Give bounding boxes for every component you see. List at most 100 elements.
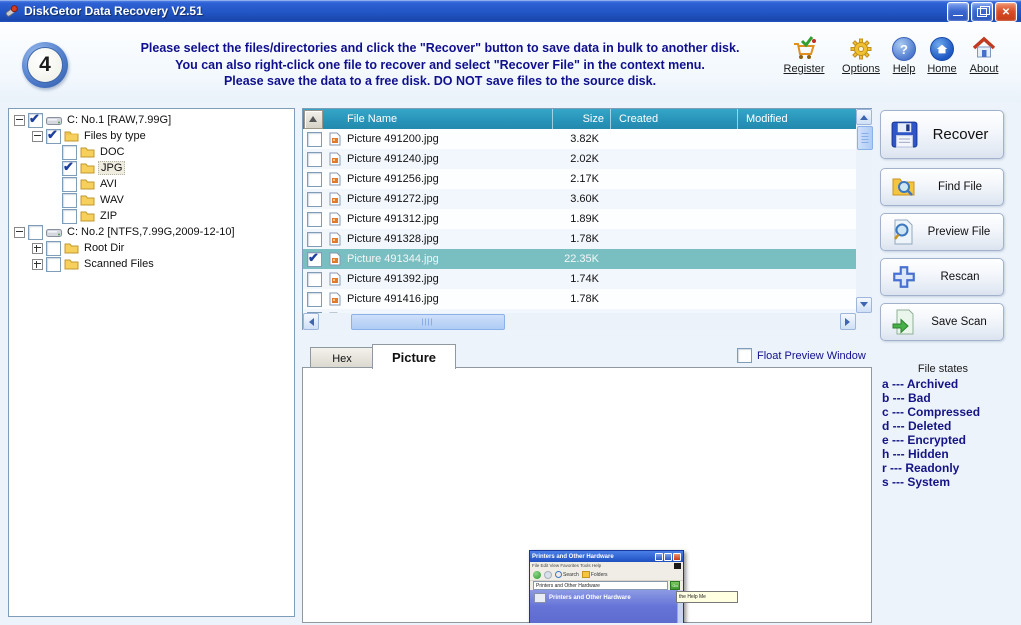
image-file-icon (329, 292, 341, 306)
scroll-left-button[interactable] (303, 313, 319, 330)
tree-checkbox[interactable] (46, 241, 61, 256)
tab-picture[interactable]: Picture (372, 344, 456, 369)
tree-item-wav[interactable]: WAV (9, 192, 294, 208)
row-checkbox[interactable] (307, 132, 322, 147)
folder-icon (80, 178, 95, 190)
close-button[interactable]: ✕ (995, 2, 1017, 22)
tree-checkbox[interactable] (46, 129, 61, 144)
options-label[interactable]: Options (836, 63, 886, 75)
row-checkbox[interactable] (307, 272, 322, 287)
tree-checkbox[interactable] (62, 145, 77, 160)
table-row[interactable]: Picture 491240.jpg 2.02K (303, 149, 856, 169)
horizontal-scrollbar[interactable] (303, 313, 856, 330)
tree-checkbox[interactable] (28, 225, 43, 240)
expand-icon[interactable] (32, 243, 43, 254)
tree-label[interactable]: Files by type (82, 130, 148, 142)
collapse-icon[interactable] (14, 115, 25, 126)
table-row[interactable]: Picture 491200.jpg 3.82K (303, 129, 856, 149)
recover-button[interactable]: Recover (880, 110, 1004, 159)
collapse-icon[interactable] (32, 131, 43, 142)
help-button[interactable]: ? Help (888, 33, 920, 75)
tree-item-drive2[interactable]: C: No.2 [NTFS,7.99G,2009-12-10] (9, 224, 294, 240)
tree-checkbox[interactable] (62, 193, 77, 208)
tree-label[interactable]: ZIP (98, 210, 119, 222)
file-size: 1.74K (543, 273, 607, 285)
scroll-down-button[interactable] (856, 297, 872, 313)
register-button[interactable]: Register (778, 33, 830, 75)
tree-item-zip[interactable]: ZIP (9, 208, 294, 224)
sort-column-header[interactable] (303, 109, 323, 129)
table-row[interactable]: Picture 491256.jpg 2.17K (303, 169, 856, 189)
instruction-line-1: Please select the files/directories and … (95, 40, 785, 57)
tree-checkbox[interactable] (28, 113, 43, 128)
file-state-entry: b --- Bad (882, 391, 980, 405)
options-button[interactable]: Options (836, 33, 886, 75)
tab-hex[interactable]: Hex (310, 347, 374, 369)
gear-icon (836, 33, 886, 61)
float-preview-checkbox[interactable]: Float Preview Window (737, 348, 866, 363)
table-row[interactable]: Picture 491416.jpg 1.78K (303, 289, 856, 309)
preview-file-button[interactable]: Preview File (880, 213, 1004, 251)
table-row[interactable]: Picture 491312.jpg 1.89K (303, 209, 856, 229)
tree-item-avi[interactable]: AVI (9, 176, 294, 192)
folder-icon (64, 130, 79, 142)
tree-label[interactable]: DOC (98, 146, 126, 158)
minimize-button[interactable]: — (947, 2, 969, 22)
tree-label[interactable]: WAV (98, 194, 126, 206)
row-checkbox[interactable] (307, 232, 322, 247)
tree-label[interactable]: C: No.1 [RAW,7.99G] (65, 114, 173, 126)
tree-label[interactable]: AVI (98, 178, 119, 190)
file-name: Picture 491344.jpg (347, 253, 543, 265)
home-button[interactable]: Home (922, 33, 962, 75)
table-row[interactable]: Picture 491328.jpg 1.78K (303, 229, 856, 249)
vertical-scroll-thumb[interactable] (857, 126, 873, 150)
tree-label[interactable]: C: No.2 [NTFS,7.99G,2009-12-10] (65, 226, 237, 238)
row-checkbox[interactable] (307, 192, 322, 207)
horizontal-scroll-thumb[interactable] (351, 314, 505, 330)
restore-button[interactable] (971, 2, 993, 22)
expand-icon[interactable] (32, 259, 43, 270)
tree-checkbox[interactable] (46, 257, 61, 272)
row-checkbox[interactable] (307, 152, 322, 167)
rescan-button[interactable]: Rescan (880, 258, 1004, 296)
column-header-file-name[interactable]: File Name (323, 109, 553, 129)
scroll-right-button[interactable] (840, 313, 856, 330)
collapse-icon[interactable] (14, 227, 25, 238)
file-state-entry: e --- Encrypted (882, 433, 980, 447)
tree-item-jpg[interactable]: JPG (9, 160, 294, 176)
table-row[interactable]: Picture 491272.jpg 3.60K (303, 189, 856, 209)
home-label[interactable]: Home (922, 63, 962, 75)
column-header-created[interactable]: Created (611, 109, 738, 129)
row-checkbox[interactable] (307, 292, 322, 307)
register-label[interactable]: Register (778, 63, 830, 75)
tree-checkbox[interactable] (62, 161, 77, 176)
tree-label[interactable]: Root Dir (82, 242, 126, 254)
step-number: 4 (27, 47, 63, 83)
about-label[interactable]: About (962, 63, 1006, 75)
tree-checkbox[interactable] (62, 177, 77, 192)
tree-item-files-by-type[interactable]: Files by type (9, 128, 294, 144)
tree-item-scanned-files[interactable]: Scanned Files (9, 256, 294, 272)
tree-checkbox[interactable] (62, 209, 77, 224)
sort-up-icon[interactable] (304, 110, 323, 129)
about-button[interactable]: About (962, 33, 1006, 75)
question-icon: ? (888, 33, 920, 61)
title-bar: DiskGetor Data Recovery V2.51 — ✕ (0, 0, 1021, 22)
help-label[interactable]: Help (888, 63, 920, 75)
checkbox-box[interactable] (737, 348, 752, 363)
save-scan-button[interactable]: Save Scan (880, 303, 1004, 341)
tree-label[interactable]: Scanned Files (82, 258, 156, 270)
table-row[interactable]: Picture 491392.jpg 1.74K (303, 269, 856, 289)
row-checkbox[interactable] (307, 252, 322, 267)
row-checkbox[interactable] (307, 212, 322, 227)
find-file-button[interactable]: Find File (880, 168, 1004, 206)
tree-item-doc[interactable]: DOC (9, 144, 294, 160)
tree-item-root-dir[interactable]: Root Dir (9, 240, 294, 256)
tree-label[interactable]: JPG (98, 161, 125, 175)
column-header-size[interactable]: Size (553, 109, 611, 129)
vertical-scrollbar[interactable] (856, 109, 872, 313)
row-checkbox[interactable] (307, 172, 322, 187)
table-row-selected[interactable]: Picture 491344.jpg 22.35K (303, 249, 856, 269)
column-header-modified[interactable]: Modified (738, 109, 855, 129)
scroll-up-button[interactable] (856, 109, 872, 125)
